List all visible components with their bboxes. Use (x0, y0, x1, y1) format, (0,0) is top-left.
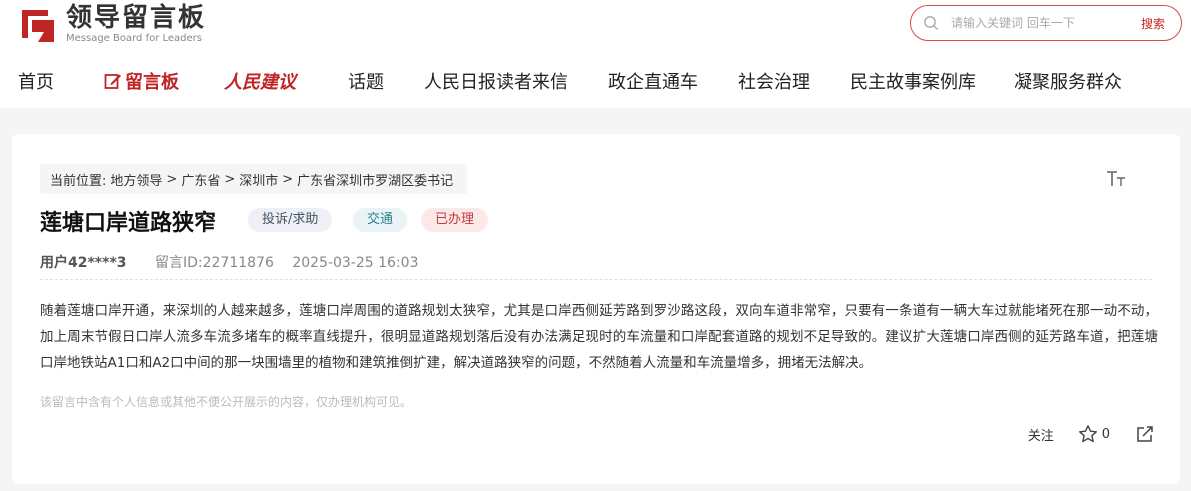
nav-social-governance[interactable]: 社会治理 (738, 68, 810, 94)
message-datetime: 2025-03-25 16:03 (292, 255, 419, 271)
share-icon[interactable] (1136, 425, 1154, 443)
star-icon (1078, 425, 1097, 443)
top-header: 领导留言板 Message Board for Leaders 搜索 首页 留言… (0, 0, 1191, 108)
nav-serve-masses[interactable]: 凝聚服务群众 (1014, 68, 1122, 94)
breadcrumb-item[interactable]: 地方领导 (110, 170, 162, 189)
field-tag: 交通 (353, 208, 408, 232)
nav-topics[interactable]: 话题 (348, 68, 384, 94)
nav-democracy-cases[interactable]: 民主故事案例库 (850, 68, 976, 94)
breadcrumb-separator: > (166, 171, 178, 187)
breadcrumb-separator: > (282, 171, 294, 187)
nav-people-suggestion[interactable]: 人民建议 (224, 68, 296, 94)
breadcrumb-separator: > (224, 171, 236, 187)
logo-title: 领导留言板 (66, 3, 207, 33)
type-tag: 投诉/求助 (248, 208, 333, 232)
nav-readers-letters[interactable]: 人民日报读者来信 (424, 68, 568, 94)
nav-home[interactable]: 首页 (18, 68, 54, 94)
user-name: 用户42****3 (40, 255, 127, 271)
divider (40, 279, 1152, 280)
status-badge: 已办理 (421, 208, 489, 232)
nav-message-board-label: 留言板 (125, 72, 179, 93)
message-card: 当前位置: 地方领导 > 广东省 > 深圳市 > 广东省深圳市罗湖区委书记 莲塘… (12, 134, 1180, 484)
search-box: 搜索 (910, 5, 1182, 41)
breadcrumb: 当前位置: 地方领导 > 广东省 > 深圳市 > 广东省深圳市罗湖区委书记 (40, 164, 468, 194)
follow-button[interactable]: 关注 (1028, 425, 1054, 444)
edit-icon (104, 74, 121, 89)
message-meta: 用户42****3 留言ID:22711876 2025-03-25 16:03 (40, 252, 418, 272)
message-content: 随着莲塘口岸开通，来深圳的人越来越多，莲塘口岸周围的道路规划太狭窄，尤其是口岸西… (40, 303, 1158, 371)
search-input[interactable] (951, 16, 1121, 30)
breadcrumb-item[interactable]: 深圳市 (239, 170, 278, 189)
star-button[interactable]: 0 (1078, 424, 1110, 444)
breadcrumb-item[interactable]: 广东省 (181, 170, 220, 189)
search-button[interactable]: 搜索 (1141, 15, 1165, 32)
action-bar: 关注 0 (1028, 424, 1154, 444)
breadcrumb-prefix: 当前位置: (50, 173, 107, 189)
message-id: 留言ID:22711876 (154, 255, 274, 271)
site-logo[interactable]: 领导留言板 Message Board for Leaders (18, 2, 206, 46)
nav-message-board[interactable]: 留言板 (104, 68, 179, 94)
privacy-notice: 该留言中含有个人信息或其他不便公开展示的内容，仅办理机构可见。 (40, 395, 413, 409)
star-count: 0 (1101, 426, 1110, 442)
search-icon (924, 16, 938, 30)
message-title: 莲塘口岸道路狭窄 (40, 211, 217, 236)
nav-enterprise-express[interactable]: 政企直通车 (608, 68, 698, 94)
logo-subtitle: Message Board for Leaders (66, 33, 203, 44)
main-nav: 首页 留言板 人民建议 话题 人民日报读者来信 政企直通车 社会治理 民主故事案… (0, 64, 1191, 100)
font-size-icon[interactable] (1106, 170, 1126, 193)
breadcrumb-item[interactable]: 广东省深圳市罗湖区委书记 (297, 170, 453, 189)
logo-mark-icon (18, 4, 58, 44)
